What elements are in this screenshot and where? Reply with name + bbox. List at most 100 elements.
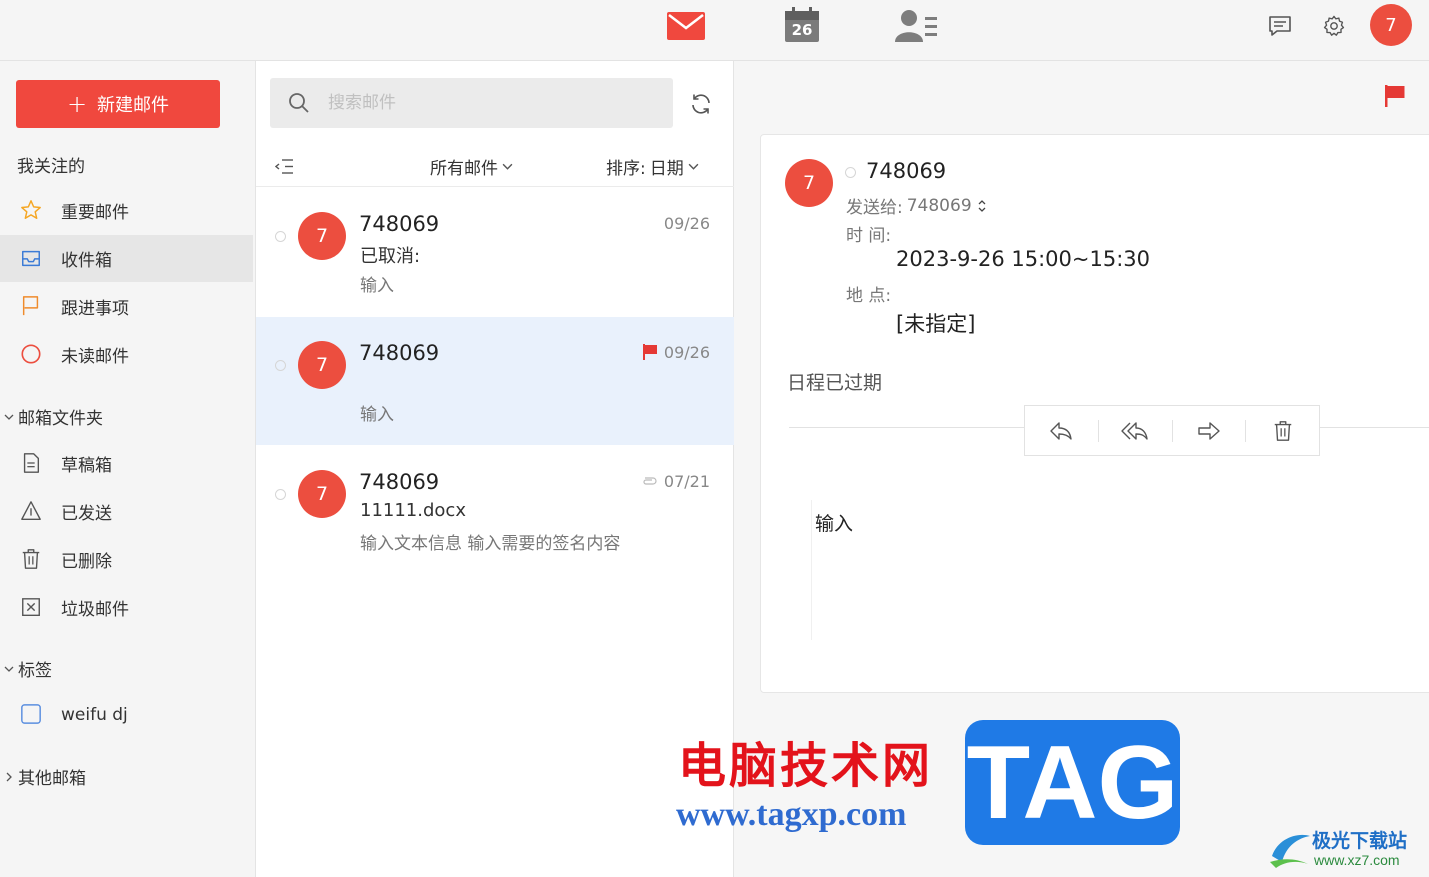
- place-label: 地 点:: [846, 286, 892, 306]
- mail-preview: 输入文本信息 输入需要的签名内容: [360, 534, 621, 554]
- refresh-button[interactable]: [689, 92, 715, 118]
- sidebar-item-label: 未读邮件: [61, 347, 129, 367]
- recipient-line[interactable]: 发送给: 748069: [846, 193, 988, 218]
- time-label: 时 间:: [846, 226, 892, 246]
- new-mail-button[interactable]: + 新建邮件: [16, 80, 220, 128]
- unread-dot-icon[interactable]: [275, 360, 286, 371]
- search-box[interactable]: [270, 78, 673, 128]
- unread-dot-icon[interactable]: [275, 489, 286, 500]
- place-value: [未指定]: [896, 312, 976, 336]
- filter-dropdown[interactable]: 所有邮件: [430, 154, 513, 179]
- filter-label: 所有邮件: [430, 159, 498, 179]
- mail-body-text: 输入: [815, 513, 854, 535]
- tags-section-title: 标签: [18, 661, 52, 681]
- list-filter-bar: 所有邮件 排序: 日期: [256, 147, 734, 187]
- sidebar-item-label: 跟进事项: [61, 299, 129, 319]
- mail-icon: [667, 12, 705, 40]
- flag-outline-icon: [22, 296, 39, 316]
- contacts-tab[interactable]: [895, 7, 939, 43]
- calendar-tab[interactable]: 26: [784, 7, 820, 43]
- folders-section-toggle[interactable]: 邮箱文件夹: [4, 404, 103, 429]
- delete-icon: [1274, 420, 1291, 441]
- sidebar-item-sent[interactable]: 已发送: [0, 488, 253, 535]
- reply-button[interactable]: [1025, 406, 1098, 455]
- sidebar-item-important[interactable]: 重要邮件: [0, 187, 253, 234]
- search-input[interactable]: [328, 78, 658, 128]
- user-avatar-initial: 7: [1385, 14, 1397, 36]
- mail-subject: 11111.docx: [360, 500, 466, 521]
- mail-preview: 输入: [360, 405, 394, 425]
- contacts-icon: [895, 10, 937, 42]
- sort-label: 排序:: [606, 159, 646, 179]
- sidebar-item-inbox[interactable]: 收件箱: [0, 235, 253, 282]
- message-icon: [1269, 16, 1291, 36]
- sender-avatar: 7: [298, 212, 346, 260]
- sent-icon: [21, 501, 41, 520]
- attachment-icon: [643, 477, 657, 485]
- watermark-corner-name: 极光下载站: [1312, 830, 1408, 852]
- aurora-logo-icon: [1270, 834, 1310, 868]
- sidebar-item-deleted[interactable]: 已删除: [0, 536, 253, 583]
- mail-sender: 748069: [359, 341, 440, 365]
- mail-sender: 748069: [359, 212, 440, 236]
- sidebar-item-label: weifu dj: [61, 704, 128, 725]
- star-icon: [21, 200, 41, 219]
- calendar-day: 26: [791, 21, 813, 39]
- reader-sender: 748069: [866, 159, 947, 183]
- folders-section-title: 邮箱文件夹: [18, 409, 103, 429]
- user-avatar[interactable]: 7: [1370, 4, 1412, 46]
- event-card: 7 748069 发送给: 748069 时 间: 2023-9-26 15:0…: [760, 134, 1429, 693]
- sidebar: + 新建邮件 我关注的 重要邮件 收件箱 跟进事项 未读邮件 邮箱文件夹 草稿箱: [0, 61, 256, 877]
- mail-list-item[interactable]: 7 748069 11111.docx 输入文本信息 输入需要的签名内容 07/…: [256, 446, 734, 574]
- avatar-initial: 7: [802, 172, 816, 194]
- other-mailboxes-title: 其他邮箱: [18, 769, 86, 789]
- time-value: 2023-9-26 15:00~15:30: [896, 247, 1150, 271]
- sidebar-item-drafts[interactable]: 草稿箱: [0, 440, 253, 487]
- sidebar-item-label: 草稿箱: [61, 456, 112, 476]
- avatar-initial: 7: [315, 354, 329, 376]
- red-flag-icon[interactable]: [643, 344, 657, 360]
- other-mailboxes-toggle[interactable]: 其他邮箱: [4, 764, 86, 789]
- mail-list-item[interactable]: 7 748069 已取消: 输入 09/26: [256, 188, 734, 316]
- watermark-tag-badge: TAG: [965, 720, 1180, 845]
- sender-avatar: 7: [298, 341, 346, 389]
- plus-icon: +: [66, 90, 88, 118]
- recipient-value: 748069: [906, 195, 972, 216]
- chevron-right-icon: [6, 772, 12, 781]
- message-button[interactable]: [1267, 13, 1293, 39]
- sidebar-item-followup[interactable]: 跟进事项: [0, 283, 253, 330]
- sidebar-item-tag-weifu[interactable]: weifu dj: [0, 691, 253, 738]
- chevron-down-icon: [4, 666, 14, 672]
- gear-icon: [1323, 15, 1345, 36]
- followed-section-title: 我关注的: [17, 157, 85, 177]
- mail-sender: 748069: [359, 470, 440, 494]
- sidebar-item-spam[interactable]: 垃圾邮件: [0, 584, 253, 631]
- mail-date: 09/26: [663, 343, 710, 362]
- flag-button-icon[interactable]: [1385, 85, 1405, 107]
- mail-subject: 已取消:: [360, 246, 421, 267]
- chevron-down-icon: [688, 163, 699, 170]
- sidebar-item-unread[interactable]: 未读邮件: [0, 331, 253, 378]
- mail-list-pane: 所有邮件 排序: 日期 7 748069 已取消: 输入 09/26 7 748…: [256, 61, 734, 877]
- expand-updown-icon: [978, 199, 986, 212]
- avatar-initial: 7: [315, 225, 329, 247]
- sort-dropdown[interactable]: 排序: 日期: [606, 154, 699, 179]
- forward-icon: [1198, 421, 1220, 440]
- tags-section-toggle[interactable]: 标签: [4, 656, 52, 681]
- body-quote-line: [811, 500, 812, 640]
- collapse-list-button[interactable]: [274, 156, 295, 176]
- reply-all-button[interactable]: [1099, 406, 1172, 455]
- sort-value: 日期: [649, 159, 684, 179]
- sidebar-item-label: 重要邮件: [61, 203, 129, 223]
- sidebar-item-label: 垃圾邮件: [61, 600, 129, 620]
- unread-dot-icon[interactable]: [275, 231, 286, 242]
- chevron-down-icon: [4, 414, 14, 420]
- settings-button[interactable]: [1321, 13, 1347, 39]
- mail-app-window: 26 7 + 新建邮件 我关注的 重要邮件 收件箱 跟进事项 未读邮件 邮箱文件…: [0, 0, 1429, 877]
- chevron-down-icon: [502, 163, 513, 170]
- mail-list-item-selected[interactable]: 7 748069 输入 09/26: [256, 317, 734, 445]
- watermark-corner-logo: 极光下载站 www.xz7.com: [1268, 824, 1426, 874]
- delete-button[interactable]: [1246, 406, 1319, 455]
- forward-button[interactable]: [1173, 406, 1246, 455]
- mail-tab[interactable]: [667, 11, 705, 41]
